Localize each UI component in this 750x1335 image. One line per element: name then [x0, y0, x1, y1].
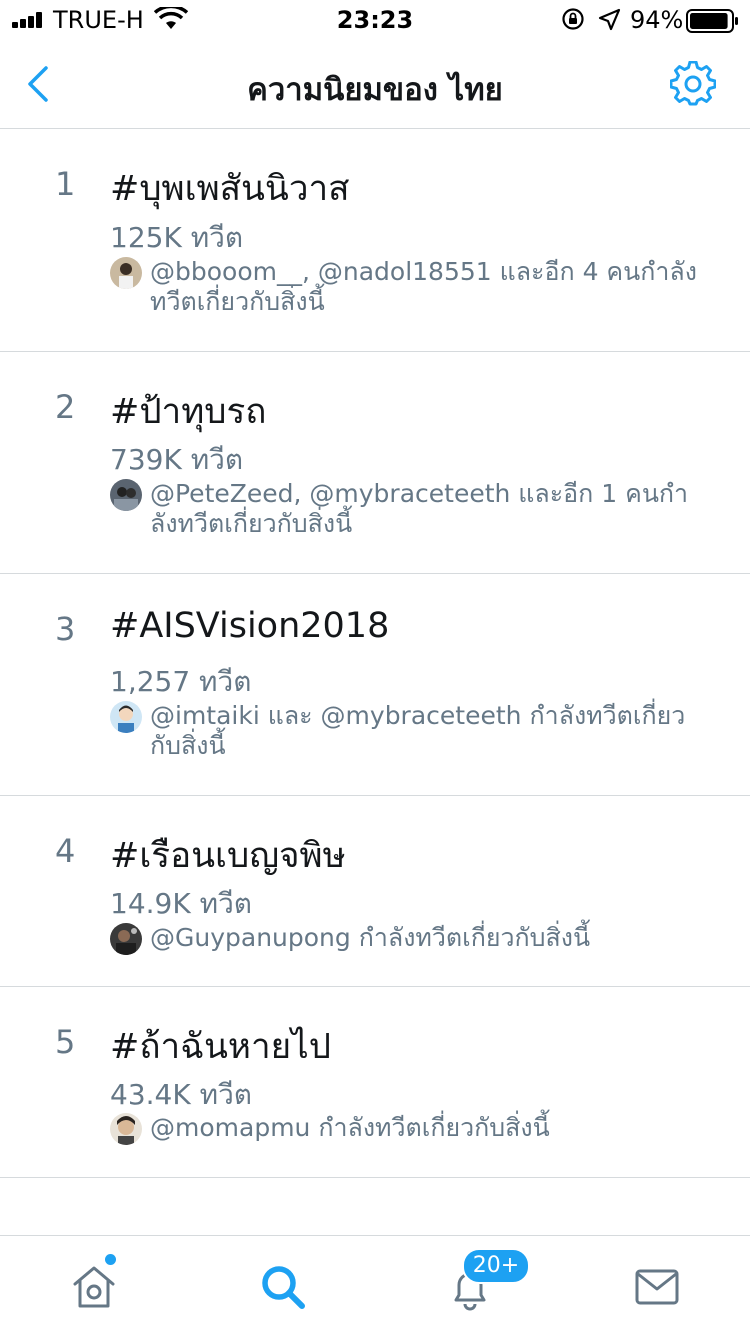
notifications-badge: 20+	[462, 1248, 530, 1284]
trend-rank: 5	[55, 1023, 76, 1061]
navigation-header: ความนิยมของ ไทย	[0, 40, 750, 129]
trend-hashtag: #ป้าทุบรถ	[110, 392, 267, 432]
search-icon[interactable]	[258, 1262, 308, 1312]
tab-bar: 20+	[0, 1235, 750, 1335]
trend-hashtag: #AISVision2018	[110, 606, 390, 646]
gear-icon[interactable]	[670, 61, 716, 107]
trend-tweet-count: 43.4K ทวีต	[110, 1078, 252, 1111]
trend-context: @PeteZeed, @mybraceteeth และอีก 1 คนกำลั…	[150, 479, 689, 538]
trend-hashtag: #เรือนเบญจพิษ	[110, 836, 346, 876]
trend-context: @momapmu กำลังทวีตเกี่ยวกับสิ่งนี้	[150, 1113, 550, 1142]
page-title: ความนิยมของ ไทย	[247, 72, 503, 108]
trend-rank: 1	[55, 165, 76, 203]
trend-hashtag: #บุพเพสันนิวาส	[110, 169, 350, 209]
rotation-lock-icon	[562, 8, 584, 30]
trend-tweet-count: 14.9K ทวีต	[110, 887, 252, 920]
trend-hashtag: #ถ้าฉันหายไป	[110, 1027, 331, 1067]
home-icon[interactable]	[69, 1262, 119, 1312]
trend-tweet-count: 1,257 ทวีต	[110, 665, 252, 698]
avatar	[110, 923, 142, 955]
home-new-dot	[105, 1254, 116, 1265]
trend-context: @imtaiki และ @mybraceteeth กำลังทวีตเกี่…	[150, 701, 686, 760]
trend-context: @Guypanupong กำลังทวีตเกี่ยวกับสิ่งนี้	[150, 923, 591, 952]
trend-item-1[interactable]: 1 #บุพเพสันนิวาส 125K ทวีต @bbooom__, @n…	[0, 129, 750, 352]
avatar	[110, 1113, 142, 1145]
location-arrow-icon	[598, 8, 621, 31]
battery-percent: 94%	[630, 6, 684, 34]
trend-item-3[interactable]: 3 #AISVision2018 1,257 ทวีต @imtaiki และ…	[0, 574, 750, 796]
avatar	[110, 701, 142, 733]
trend-tweet-count: 739K ทวีต	[110, 443, 244, 476]
trend-context: @bbooom__, @nadol18551 และอีก 4 คนกำลังท…	[150, 257, 697, 316]
trend-item-4[interactable]: 4 #เรือนเบญจพิษ 14.9K ทวีต @Guypanupong …	[0, 796, 750, 987]
mail-icon[interactable]	[632, 1262, 682, 1312]
trend-item-5[interactable]: 5 #ถ้าฉันหายไป 43.4K ทวีต @momapmu กำลัง…	[0, 987, 750, 1178]
trend-rank: 2	[55, 388, 76, 426]
trend-rank: 3	[55, 610, 76, 648]
trend-rank: 4	[55, 832, 76, 870]
avatar	[110, 257, 142, 289]
trend-item-2[interactable]: 2 #ป้าทุบรถ 739K ทวีต @PeteZeed, @mybrac…	[0, 352, 750, 574]
battery-icon	[686, 9, 738, 33]
avatar	[110, 479, 142, 511]
trend-tweet-count: 125K ทวีต	[110, 221, 244, 254]
status-bar: TRUE-H 23:23 94%	[0, 0, 750, 40]
